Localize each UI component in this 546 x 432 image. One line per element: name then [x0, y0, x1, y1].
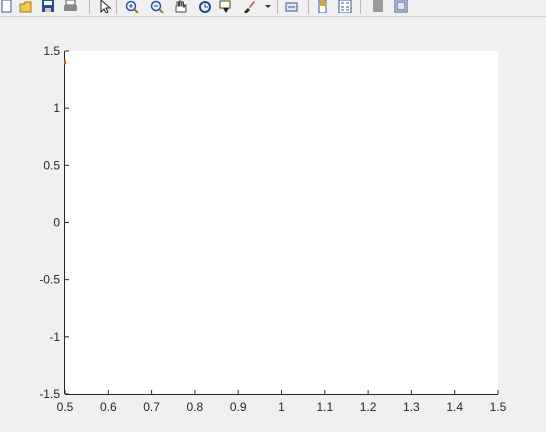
show-plot-tools-icon[interactable]: [393, 0, 409, 13]
x-tick-label: 0.7: [143, 400, 160, 414]
plot-svg: 0.5 0.6 0.7 0.8 0.9 1 1.1 1.2 1.3 1.4 1.5 1.5 1 0.5 0…: [39, 44, 507, 414]
x-tick-label: 0.5: [57, 400, 74, 414]
open-file-icon[interactable]: [18, 0, 34, 13]
y-tick-label: -1: [49, 330, 60, 344]
brush-dropdown-icon[interactable]: [263, 0, 271, 13]
axes-background[interactable]: [65, 51, 498, 394]
y-tick-label: 1.5: [43, 44, 60, 58]
y-tick-label: -0.5: [39, 273, 60, 287]
y-tick-label: 1: [53, 101, 60, 115]
x-tick-label: 0.8: [187, 400, 204, 414]
toolbar-separator: [277, 0, 278, 14]
brush-icon[interactable]: [241, 0, 257, 14]
link-plot-icon[interactable]: [284, 0, 300, 13]
save-figure-icon[interactable]: [40, 0, 56, 13]
new-figure-icon[interactable]: [0, 0, 16, 13]
figure-toolbar: [0, 0, 546, 17]
hide-plot-tools-icon[interactable]: [370, 0, 386, 13]
x-tick-label: 1.1: [316, 400, 333, 414]
x-tick-label: 1.3: [403, 400, 420, 414]
print-figure-icon[interactable]: [63, 0, 79, 13]
zoom-in-icon[interactable]: [124, 0, 140, 14]
x-tick-label: 0.9: [230, 400, 247, 414]
pan-icon[interactable]: [172, 0, 188, 13]
insert-colorbar-icon[interactable]: [316, 0, 332, 14]
data-point: [64, 60, 66, 65]
toolbar-separator: [308, 0, 309, 14]
toolbar-separator: [89, 0, 90, 14]
y-tick-label: 0.5: [43, 158, 60, 172]
x-tick-label: 1: [278, 400, 285, 414]
zoom-out-icon[interactable]: [149, 0, 165, 14]
x-tick-label: 1.2: [360, 400, 377, 414]
rotate-3d-icon[interactable]: [197, 0, 213, 13]
y-tick-label: -1.5: [39, 387, 60, 401]
toolbar-separator: [360, 0, 361, 14]
x-tick-label: 0.6: [100, 400, 117, 414]
data-cursor-icon[interactable]: [218, 0, 234, 13]
edit-plot-icon[interactable]: [97, 0, 113, 14]
x-tick-label: 1.4: [446, 400, 463, 414]
toolbar-separator: [116, 0, 117, 14]
x-tick-label: 1.5: [490, 400, 507, 414]
y-tick-label: 0: [53, 216, 60, 230]
insert-legend-icon[interactable]: [337, 0, 353, 14]
series-layer: [64, 60, 66, 65]
figure-canvas: 0.5 0.6 0.7 0.8 0.9 1 1.1 1.2 1.3 1.4 1.5 1.5 1 0.5 0…: [0, 18, 546, 432]
